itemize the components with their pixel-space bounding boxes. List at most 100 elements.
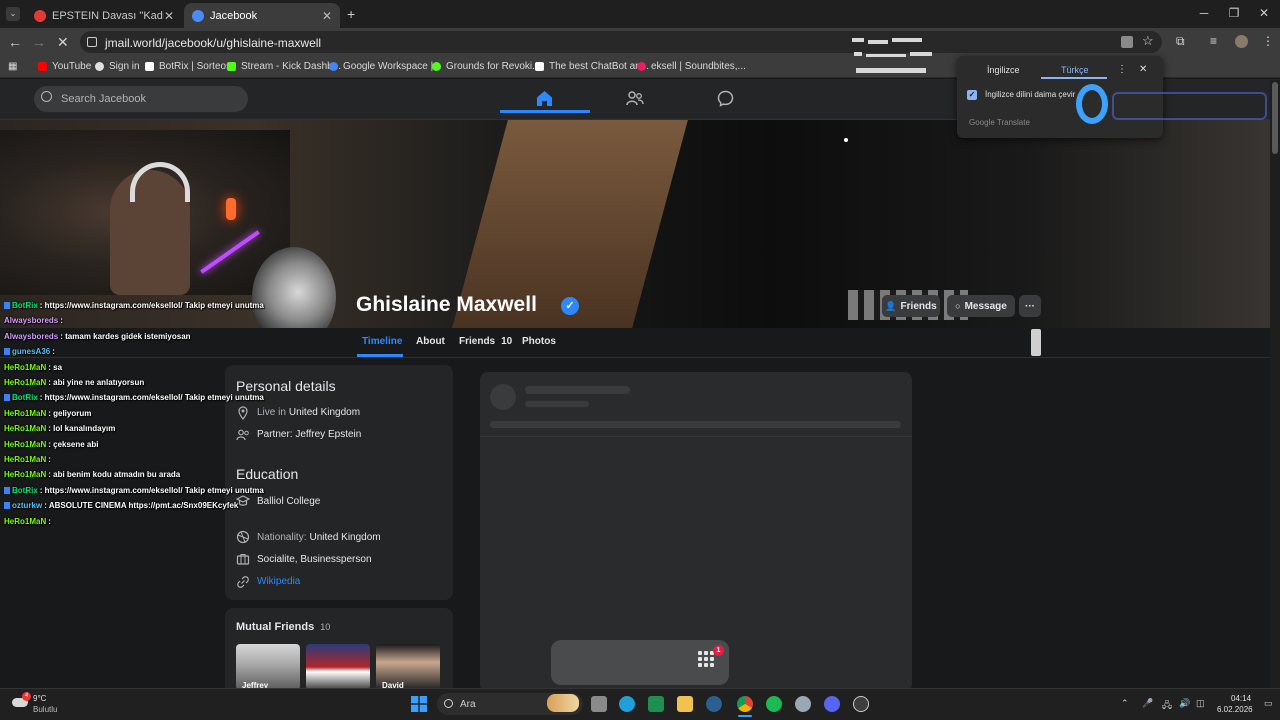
chat-text: : https://www.instagram.com/eksellol/ Ta…: [39, 301, 264, 310]
home-icon[interactable]: [536, 90, 553, 107]
search-highlight-image: [547, 694, 579, 712]
weather-temperature[interactable]: 9°C: [33, 694, 46, 703]
maximize-icon[interactable]: ❐: [1224, 6, 1244, 20]
translate-source-tab[interactable]: İngilizce: [987, 65, 1020, 75]
page-scrollbar[interactable]: [1270, 80, 1280, 688]
mutual-friends-count: 10: [320, 622, 331, 632]
bookmark-star-icon[interactable]: ☆: [1142, 33, 1154, 49]
mutual-friend-tile[interactable]: [306, 644, 370, 690]
minimize-icon[interactable]: ─: [1194, 6, 1214, 20]
site-info-icon[interactable]: [87, 37, 97, 47]
clock-time[interactable]: 04:14: [1231, 694, 1251, 703]
inner-scrollbar[interactable]: [1031, 329, 1041, 356]
back-icon[interactable]: ←: [8, 34, 22, 50]
bookmark-kick[interactable]: Stream - Kick Dashb...: [227, 61, 341, 72]
window-close-icon[interactable]: ✕: [1254, 6, 1274, 20]
mutual-friend-tile[interactable]: Jeffrey: [236, 644, 300, 690]
skeleton-divider: [480, 436, 912, 437]
forward-icon[interactable]: →: [32, 34, 46, 50]
translate-close-icon[interactable]: ✕: [1139, 64, 1147, 75]
chat-badge-icon: [4, 348, 10, 356]
more-button[interactable]: ···: [1019, 295, 1041, 317]
close-icon[interactable]: ✕: [322, 9, 332, 23]
clock-date[interactable]: 6.02.2026: [1217, 705, 1253, 714]
bookmark-grounds[interactable]: Grounds for Revoki...: [432, 61, 540, 72]
chat-username: BotRix: [12, 301, 38, 310]
tab-photos[interactable]: Photos: [522, 336, 556, 347]
friends-icon[interactable]: [626, 90, 644, 107]
microphone-icon[interactable]: 🎤: [1142, 698, 1153, 709]
tab-about[interactable]: About: [416, 336, 445, 347]
mutual-friends-title: Mutual Friends 10: [236, 621, 331, 633]
profile-avatar[interactable]: [1235, 35, 1248, 48]
discord-icon[interactable]: [824, 696, 840, 712]
new-tab-button[interactable]: +: [347, 6, 355, 22]
chat-text: :: [60, 316, 63, 325]
url-text[interactable]: jmail.world/jacebook/u/ghislaine-maxwell: [105, 36, 321, 50]
excel-icon[interactable]: [648, 696, 664, 712]
bookmark-botrix[interactable]: BotRix | Sorteos: [145, 61, 231, 72]
bookmark-chatbot[interactable]: The best ChatBot an...: [535, 61, 649, 72]
bookmark-youtube[interactable]: YouTube: [38, 61, 91, 72]
tab-jacebook[interactable]: Jacebook ✕: [184, 3, 340, 28]
lamp: [226, 198, 236, 220]
close-icon[interactable]: ✕: [164, 9, 174, 23]
volume-icon[interactable]: 🔊: [1179, 698, 1190, 709]
stop-loading-icon[interactable]: ✕: [57, 34, 69, 51]
apps-grid-icon[interactable]: [698, 651, 714, 667]
translate-target-tab[interactable]: Türkçe: [1061, 65, 1089, 75]
chrome-icon[interactable]: [737, 696, 753, 712]
tab-timeline[interactable]: Timeline: [362, 336, 402, 347]
chat-text: : geliyorum: [48, 409, 92, 418]
friends-count: 10: [501, 336, 513, 347]
spotify-icon[interactable]: [766, 696, 782, 712]
bookmark-eksell[interactable]: eksell | Soundbites,...: [637, 61, 746, 72]
chat-message: BotRix: https://www.instagram.com/eksell…: [4, 393, 264, 402]
friends-button[interactable]: 👤 Friends: [882, 295, 940, 317]
tab-epstein[interactable]: EPSTEIN Davası "Kadın ve Çocu ✕: [26, 3, 182, 28]
botrix-icon: [145, 62, 154, 71]
network-icon[interactable]: 🖧: [1162, 698, 1172, 714]
chat-message: HeRo1MaN: abi yine ne anlatıyorsun: [4, 378, 144, 387]
mutual-friend-tile[interactable]: David: [376, 644, 440, 690]
wikipedia-link[interactable]: Wikipedia: [257, 576, 300, 587]
message-button[interactable]: ○ Message: [947, 295, 1015, 317]
tab-search-button[interactable]: ⌄: [6, 7, 20, 21]
windows-taskbar: [0, 688, 1280, 720]
show-hidden-icons[interactable]: ⌃: [1121, 698, 1129, 709]
chat-text: : çeksene abi: [48, 440, 99, 449]
briefcase-icon: [236, 554, 250, 565]
translate-tab-indicator: [1041, 77, 1107, 79]
browser-menu-icon[interactable]: ⋮: [1262, 34, 1274, 48]
edge-icon[interactable]: [619, 696, 635, 712]
chatbot-icon: [535, 62, 544, 71]
obs-icon[interactable]: [853, 696, 869, 712]
steam-icon[interactable]: [706, 696, 722, 712]
verified-badge-icon: ✓: [561, 297, 579, 315]
task-view-icon[interactable]: [591, 696, 607, 712]
watermark-logo: [1112, 92, 1267, 120]
scrollbar-thumb[interactable]: [1272, 82, 1278, 154]
chat-username: HeRo1MaN: [4, 470, 47, 479]
always-translate-checkbox[interactable]: ✓: [967, 90, 977, 100]
tab-active-indicator: [357, 354, 403, 357]
file-explorer-icon[interactable]: [677, 696, 693, 712]
chat-message: HeRo1MaN:: [4, 517, 51, 526]
tab-friends[interactable]: Friends 10: [459, 336, 512, 347]
windows-start-icon[interactable]: [411, 696, 427, 712]
translate-icon[interactable]: [1121, 36, 1133, 48]
reading-list-icon[interactable]: ≡: [1210, 34, 1217, 48]
chat-text: : lol kanalındayım: [48, 424, 116, 433]
bookmark-google-workspace[interactable]: Google Workspace |...: [329, 61, 442, 72]
apps-grid-icon[interactable]: ▦: [8, 61, 17, 72]
extensions-icon[interactable]: ⧉: [1176, 34, 1185, 49]
messenger-icon[interactable]: [717, 90, 734, 107]
translate-menu-icon[interactable]: ⋮: [1117, 64, 1127, 75]
notifications-icon[interactable]: ▭: [1264, 698, 1273, 709]
skeleton-line: [525, 386, 630, 394]
bookmark-sign-in[interactable]: Sign in: [95, 61, 140, 72]
tab-title: EPSTEIN Davası "Kadın ve Çocu: [52, 9, 164, 22]
network-app-icon[interactable]: [795, 696, 811, 712]
chat-message: HeRo1MaN: sa: [4, 363, 62, 372]
battery-icon[interactable]: ◫: [1196, 698, 1205, 709]
